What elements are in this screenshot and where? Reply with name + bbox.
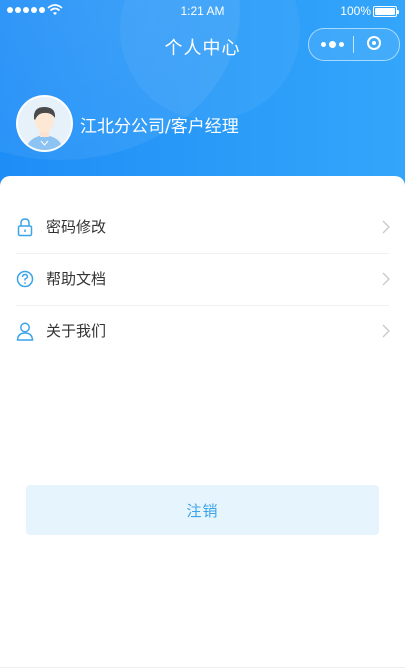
- logout-button[interactable]: 注销: [26, 485, 379, 535]
- menu-item-about-us[interactable]: 关于我们: [0, 305, 405, 357]
- menu-card: 密码修改 帮助文档 关于我们: [0, 176, 405, 670]
- avatar-person-icon: [26, 107, 63, 150]
- miniprogram-capsule[interactable]: [308, 28, 400, 61]
- avatar[interactable]: [16, 95, 73, 152]
- battery-percent: 100%: [340, 4, 371, 18]
- question-icon: [16, 270, 34, 288]
- menu-item-label: 关于我们: [46, 322, 107, 340]
- chevron-right-icon: [382, 324, 390, 338]
- lock-icon: [17, 218, 33, 237]
- bottom-divider: [0, 667, 405, 668]
- user-role-label: 江北分公司/客户经理: [80, 117, 239, 137]
- capsule-divider: [353, 36, 354, 53]
- user-icon: [16, 322, 34, 341]
- close-target-icon[interactable]: [367, 36, 381, 50]
- chevron-right-icon: [382, 220, 390, 234]
- more-icon[interactable]: [321, 41, 344, 48]
- profile-header: 1:21 AM 100% 个人中心 江北分公司/客户经理: [0, 0, 405, 200]
- menu-item-help-docs[interactable]: 帮助文档: [0, 253, 405, 305]
- menu-item-label: 密码修改: [46, 218, 107, 236]
- chevron-right-icon: [382, 272, 390, 286]
- menu-item-label: 帮助文档: [46, 270, 107, 288]
- status-bar: 1:21 AM 100%: [0, 0, 405, 22]
- battery-icon: [373, 6, 399, 17]
- menu-item-change-password[interactable]: 密码修改: [0, 201, 405, 253]
